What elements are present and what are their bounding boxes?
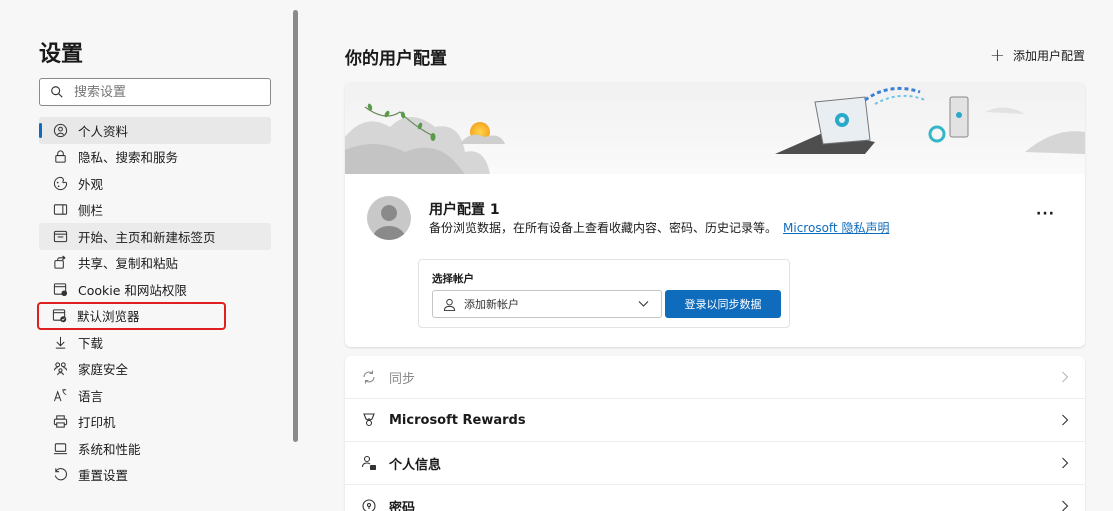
- profile-description-text: 备份浏览数据，在所有设备上查看收藏内容、密码、历史记录等。: [429, 221, 778, 235]
- sidebar-item-appearance[interactable]: 外观: [39, 170, 271, 197]
- list-item-label: 个人信息: [389, 457, 442, 473]
- privacy-link[interactable]: Microsoft 隐私声明: [783, 221, 889, 235]
- sidebar-nav: 个人资料 隐私、搜索和服务 外观 侧栏 开始、主页和新建标签页 共享、复制和粘贴…: [37, 117, 271, 489]
- sidebar-item-label: 共享、复制和粘贴: [78, 256, 179, 272]
- sidebar-item-profile[interactable]: 个人资料: [39, 117, 271, 144]
- list-item-sync[interactable]: 同步: [345, 356, 1085, 399]
- profile-description: 备份浏览数据，在所有设备上查看收藏内容、密码、历史记录等。 Microsoft 隐…: [429, 219, 889, 236]
- settings-list: 同步 Microsoft Rewards 个人信息 密码: [345, 356, 1085, 511]
- sidebar-item-sidebar[interactable]: 侧栏: [39, 197, 271, 224]
- sidebar-item-label: 重置设置: [78, 468, 129, 484]
- profile-card: 用户配置 1 备份浏览数据，在所有设备上查看收藏内容、密码、历史记录等。 Micr…: [345, 82, 1085, 347]
- browser-icon: [52, 308, 67, 323]
- account-dropdown-value: 添加新帐户: [464, 298, 519, 311]
- share-icon: [53, 255, 68, 270]
- search-box[interactable]: [39, 78, 271, 106]
- printer-icon: [53, 414, 68, 429]
- sign-in-sync-button[interactable]: 登录以同步数据: [665, 290, 781, 318]
- sidebar-item-label: 打印机: [78, 415, 116, 431]
- sidebar-item-label: 个人资料: [78, 123, 129, 139]
- laptop-icon: [53, 441, 68, 456]
- password-icon: [361, 498, 377, 511]
- sidebar-item-label: 开始、主页和新建标签页: [78, 229, 216, 245]
- lock-icon: [53, 149, 68, 164]
- sidebar-title: 设置: [39, 42, 84, 67]
- profile-name: 用户配置 1: [429, 202, 500, 218]
- add-profile-button[interactable]: + 添加用户配置: [990, 45, 1085, 66]
- chevron-right-icon: [1062, 371, 1069, 383]
- account-box: 选择帐户 添加新帐户 登录以同步数据: [418, 259, 790, 328]
- sidebar-item-start-home[interactable]: 开始、主页和新建标签页: [39, 223, 271, 250]
- language-icon: [53, 388, 68, 403]
- sidebar-item-label: 语言: [78, 388, 104, 404]
- profile-banner-illustration: [345, 82, 1085, 174]
- sidebar-item-family[interactable]: 家庭安全: [39, 356, 271, 383]
- sidebar-item-label: 家庭安全: [78, 362, 129, 378]
- home-icon: [53, 229, 68, 244]
- avatar: [367, 196, 411, 240]
- account-dropdown[interactable]: 添加新帐户: [432, 290, 662, 318]
- sidebar-item-reset[interactable]: 重置设置: [39, 462, 271, 489]
- cookie-icon: [53, 282, 68, 297]
- family-icon: [53, 361, 68, 376]
- sidebar-item-label: 下载: [78, 335, 104, 351]
- profile-icon: [53, 123, 68, 138]
- sidebar-scrollbar[interactable]: [293, 10, 298, 442]
- account-label: 选择帐户: [432, 273, 474, 285]
- rewards-icon: [361, 412, 377, 428]
- personal-info-icon: [361, 455, 377, 471]
- sidebar-item-label: 隐私、搜索和服务: [78, 150, 179, 166]
- list-item-label: 密码: [389, 500, 416, 511]
- sync-icon: [361, 369, 377, 385]
- sidebar: 设置 个人资料 隐私、搜索和服务 外观 侧栏 开始、主页和新建标签页 共享、复制…: [0, 0, 290, 511]
- sidebar-item-label: 默认浏览器: [77, 309, 140, 325]
- main-content: 你的用户配置 + 添加用户配置 用户配置 1 备份浏览数据，在所有设备上查看收藏…: [345, 0, 1085, 511]
- chevron-right-icon: [1062, 414, 1069, 426]
- search-icon: [51, 86, 63, 98]
- chevron-right-icon: [1062, 457, 1069, 469]
- download-icon: [53, 335, 68, 350]
- sidebar-item-languages[interactable]: 语言: [39, 382, 271, 409]
- plus-icon: +: [989, 45, 1005, 66]
- sidebar-item-cookies[interactable]: Cookie 和网站权限: [39, 276, 271, 303]
- page-title: 你的用户配置: [345, 49, 447, 69]
- sidebar-item-downloads[interactable]: 下载: [39, 329, 271, 356]
- list-item-passwords[interactable]: 密码: [345, 485, 1085, 511]
- reset-icon: [53, 467, 68, 482]
- sidebar-item-printers[interactable]: 打印机: [39, 409, 271, 436]
- sidebar-icon: [53, 202, 68, 217]
- chevron-down-icon: [638, 301, 649, 307]
- list-item-label: Microsoft Rewards: [389, 412, 526, 428]
- sidebar-item-label: 系统和性能: [78, 441, 141, 457]
- sidebar-item-label: 外观: [78, 176, 104, 192]
- person-icon: [443, 298, 456, 311]
- appearance-icon: [53, 176, 68, 191]
- sidebar-item-privacy[interactable]: 隐私、搜索和服务: [39, 144, 271, 171]
- sidebar-item-label: 侧栏: [78, 203, 104, 219]
- chevron-right-icon: [1062, 500, 1069, 511]
- more-options-button[interactable]: ···: [1036, 206, 1055, 222]
- search-input[interactable]: [74, 84, 254, 100]
- sidebar-item-label: Cookie 和网站权限: [78, 282, 187, 298]
- list-item-personal-info[interactable]: 个人信息: [345, 442, 1085, 485]
- list-item-label: 同步: [389, 371, 416, 387]
- add-profile-label: 添加用户配置: [1012, 49, 1085, 63]
- sidebar-item-default-browser[interactable]: 默认浏览器: [37, 301, 226, 330]
- sidebar-item-share[interactable]: 共享、复制和粘贴: [39, 250, 271, 277]
- list-item-rewards[interactable]: Microsoft Rewards: [345, 399, 1085, 442]
- sidebar-item-system[interactable]: 系统和性能: [39, 435, 271, 462]
